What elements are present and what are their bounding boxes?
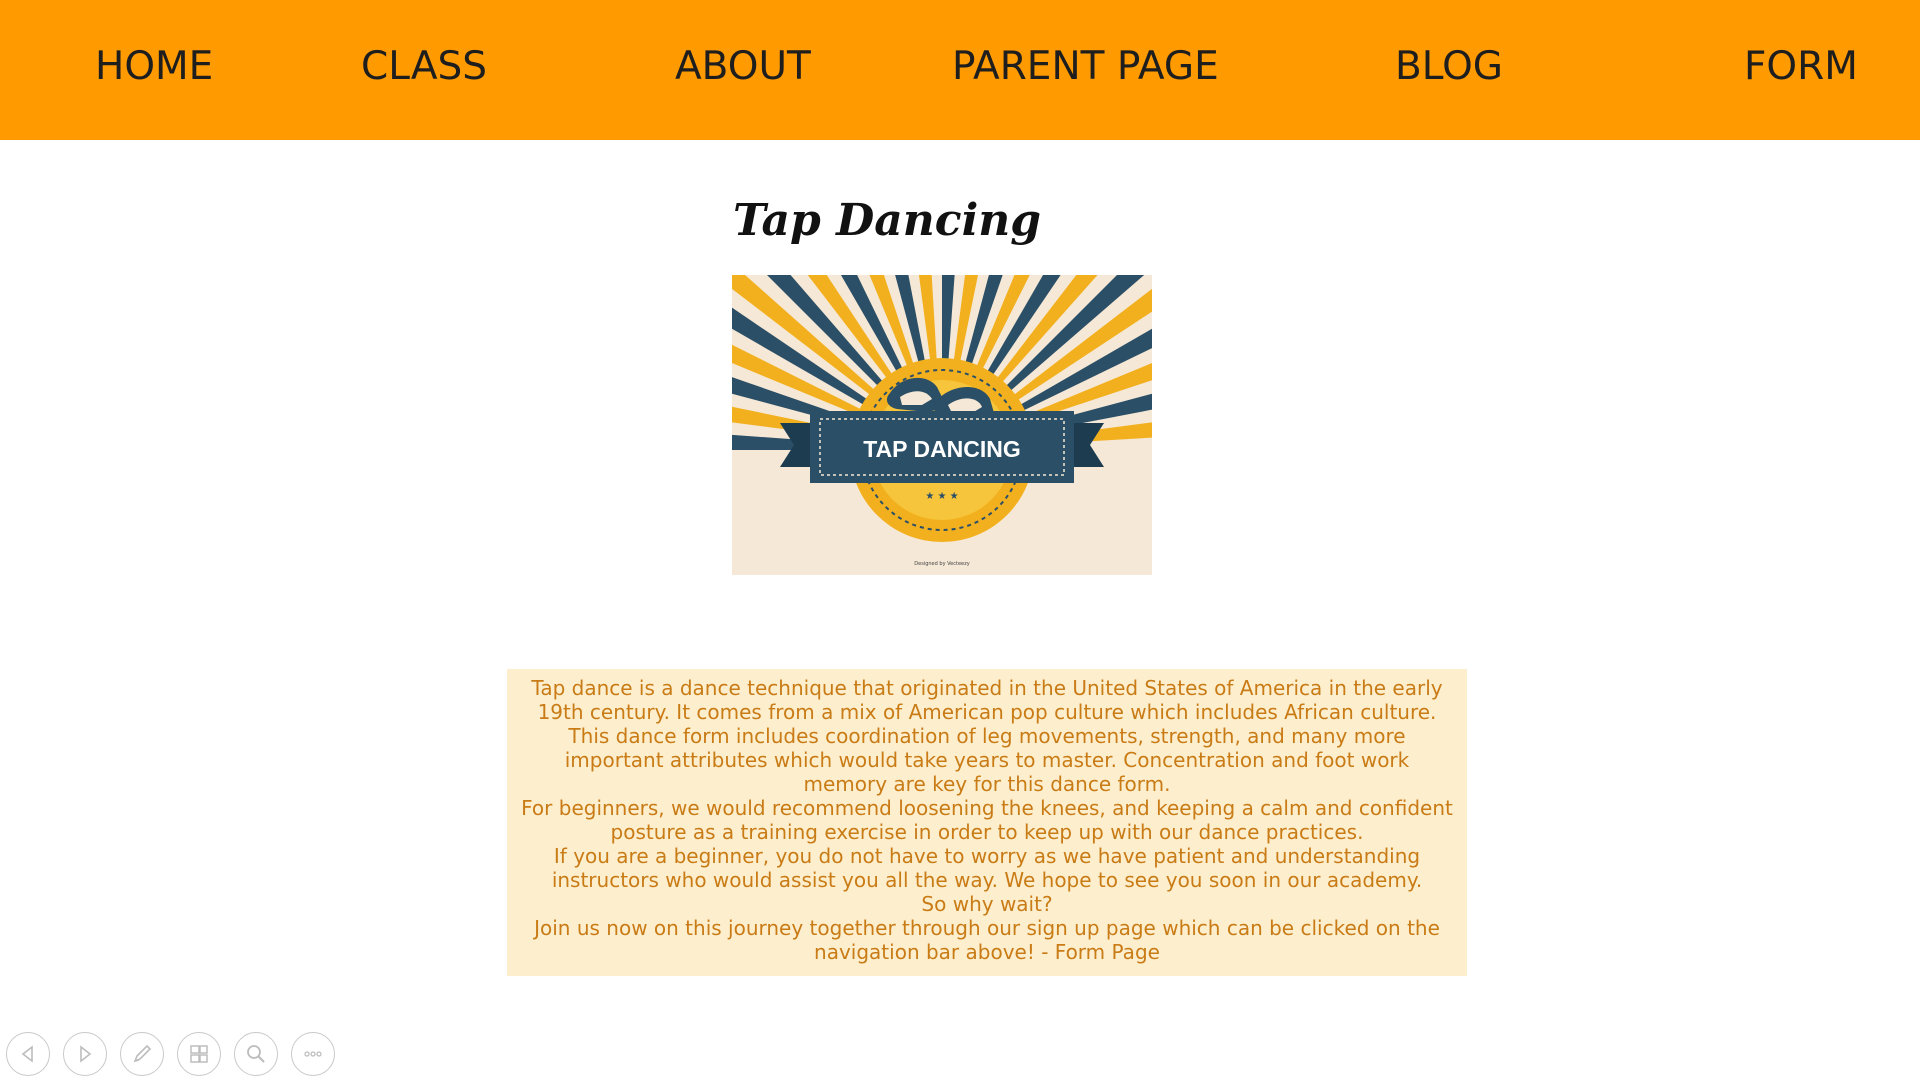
navigation-bar: HOME CLASS ABOUT PARENT PAGE BLOG FORM	[0, 0, 1920, 140]
image-credit: Designed by Vecteezy	[914, 561, 969, 567]
next-button[interactable]	[63, 1032, 107, 1076]
nav-blog-link[interactable]: BLOG	[1395, 44, 1503, 89]
nav-about-link[interactable]: ABOUT	[675, 44, 811, 89]
paragraph: Join us now on this journey together thr…	[534, 916, 1440, 964]
paragraph: Tap dance is a dance technique that orig…	[531, 676, 1443, 724]
more-button[interactable]	[291, 1032, 335, 1076]
paragraph: For beginners, we would recommend loosen…	[521, 796, 1453, 844]
page-title: Tap Dancing	[733, 195, 1042, 247]
paragraph: This dance form includes coordination of…	[564, 724, 1410, 796]
stars-icon: ★ ★ ★	[925, 491, 958, 502]
pen-button[interactable]	[120, 1032, 164, 1076]
banner-text: TAP DANCING	[863, 436, 1021, 462]
paragraph: If you are a beginner, you do not have t…	[551, 844, 1423, 892]
zoom-button[interactable]	[234, 1032, 278, 1076]
description-box: Tap dance is a dance technique that orig…	[507, 669, 1467, 976]
nav-form-link[interactable]: FORM	[1744, 44, 1858, 89]
slides-button[interactable]	[177, 1032, 221, 1076]
more-icon	[304, 1051, 322, 1057]
nav-parent-page-link[interactable]: PARENT PAGE	[952, 44, 1219, 89]
slides-icon	[190, 1045, 208, 1063]
pen-icon	[133, 1044, 152, 1063]
nav-home-link[interactable]: HOME	[95, 44, 213, 89]
previous-icon	[21, 1045, 33, 1063]
zoom-icon	[247, 1045, 265, 1063]
next-icon	[80, 1045, 92, 1063]
paragraph: So why wait?	[921, 892, 1053, 916]
previous-button[interactable]	[6, 1032, 50, 1076]
nav-class-link[interactable]: CLASS	[361, 44, 487, 89]
tap-dancing-image: TAP DANCING ★ ★ ★ Designed by Vecteezy	[732, 275, 1152, 575]
